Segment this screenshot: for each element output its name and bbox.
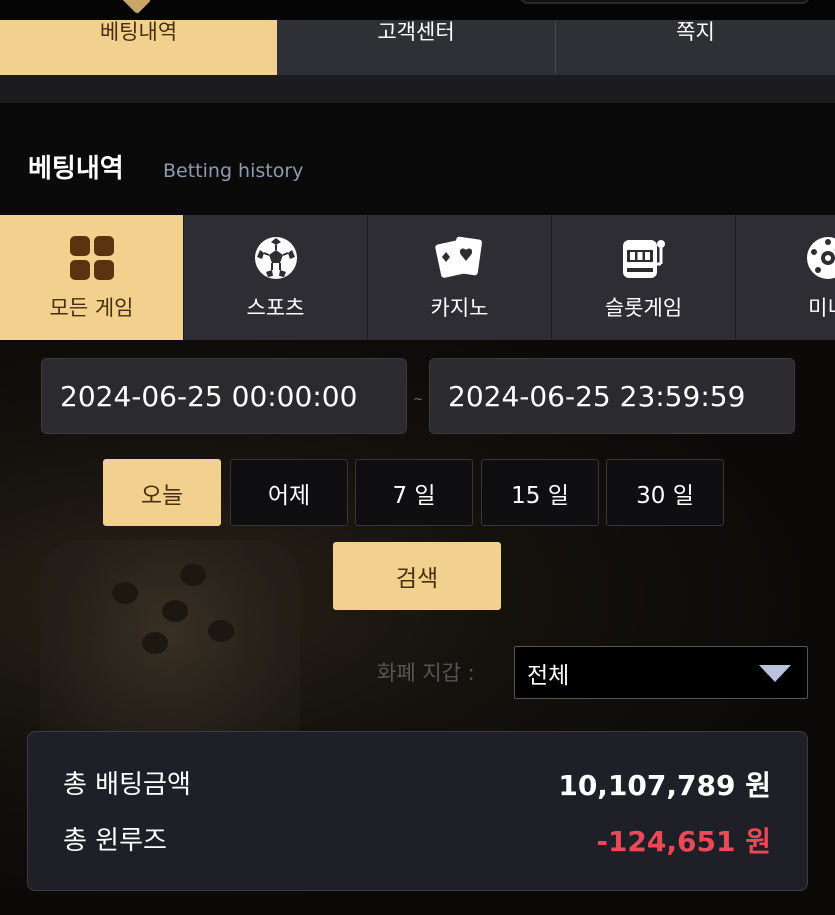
wallet-label: 화폐 지갑 : bbox=[377, 661, 475, 685]
page-subtitle: Betting history bbox=[163, 160, 304, 182]
end-date-input[interactable]: 2024-06-25 23:59:59 bbox=[429, 358, 795, 434]
total-bet-value: 10,107,789 원 bbox=[558, 769, 771, 802]
game-tab-label: 모든 게임 bbox=[49, 296, 134, 320]
game-tab-sports[interactable]: 스포츠 bbox=[184, 215, 368, 340]
start-date-input[interactable]: 2024-06-25 00:00:00 bbox=[41, 358, 407, 434]
total-bet-label: 총 배팅금액 bbox=[63, 770, 191, 800]
game-tab-label: 스포츠 bbox=[246, 296, 305, 320]
soccer-ball-icon bbox=[250, 232, 302, 284]
game-tab-mini[interactable]: 미니 bbox=[736, 215, 835, 340]
game-tab-label: 카지노 bbox=[430, 296, 489, 320]
betting-summary-panel: 총 배팅금액 10,107,789 원 총 윈루즈 -124,651 원 bbox=[27, 731, 808, 891]
range-15days-button[interactable]: 15 일 bbox=[481, 459, 599, 526]
range-yesterday-button[interactable]: 어제 bbox=[230, 459, 348, 526]
wallet-select[interactable]: 전체 bbox=[514, 646, 808, 699]
page-title: 베팅내역 bbox=[28, 154, 124, 184]
search-button[interactable]: 검색 bbox=[333, 542, 501, 610]
win-loss-value: -124,651 원 bbox=[596, 825, 771, 858]
top-nav-tabs: 베팅내역 고객센터 쪽지 bbox=[0, 20, 835, 75]
game-tab-label: 슬롯게임 bbox=[604, 296, 683, 320]
header-search-box[interactable] bbox=[520, 0, 810, 4]
slot-machine-icon bbox=[618, 232, 670, 284]
game-category-tabs: 모든 게임 스포츠 카지노 슬롯게임 미 bbox=[0, 215, 835, 340]
total-bet-row: 총 배팅금액 10,107,789 원 bbox=[28, 764, 807, 804]
tab-messages[interactable]: 쪽지 bbox=[556, 20, 835, 75]
range-30days-button[interactable]: 30 일 bbox=[606, 459, 724, 526]
wallet-selected-value: 전체 bbox=[527, 662, 570, 689]
date-range-separator: ~ bbox=[413, 392, 424, 406]
chevron-down-icon bbox=[759, 665, 791, 682]
playing-cards-icon bbox=[434, 232, 486, 284]
grid-icon bbox=[66, 232, 118, 284]
win-loss-label: 총 윈루즈 bbox=[63, 826, 167, 856]
game-tab-casino[interactable]: 카지노 bbox=[368, 215, 552, 340]
tab-betting-history[interactable]: 베팅내역 bbox=[0, 20, 277, 75]
win-loss-row: 총 윈루즈 -124,651 원 bbox=[28, 820, 807, 860]
logo-icon bbox=[118, 0, 152, 15]
game-tab-all[interactable]: 모든 게임 bbox=[0, 215, 184, 340]
roulette-icon bbox=[802, 232, 835, 284]
range-today-button[interactable]: 오늘 bbox=[103, 459, 221, 526]
game-tab-slots[interactable]: 슬롯게임 bbox=[552, 215, 736, 340]
tab-customer-center[interactable]: 고객센터 bbox=[277, 20, 556, 75]
range-7days-button[interactable]: 7 일 bbox=[355, 459, 473, 526]
section-header bbox=[0, 103, 835, 215]
game-tab-label: 미니 bbox=[808, 296, 835, 320]
divider bbox=[0, 75, 835, 103]
